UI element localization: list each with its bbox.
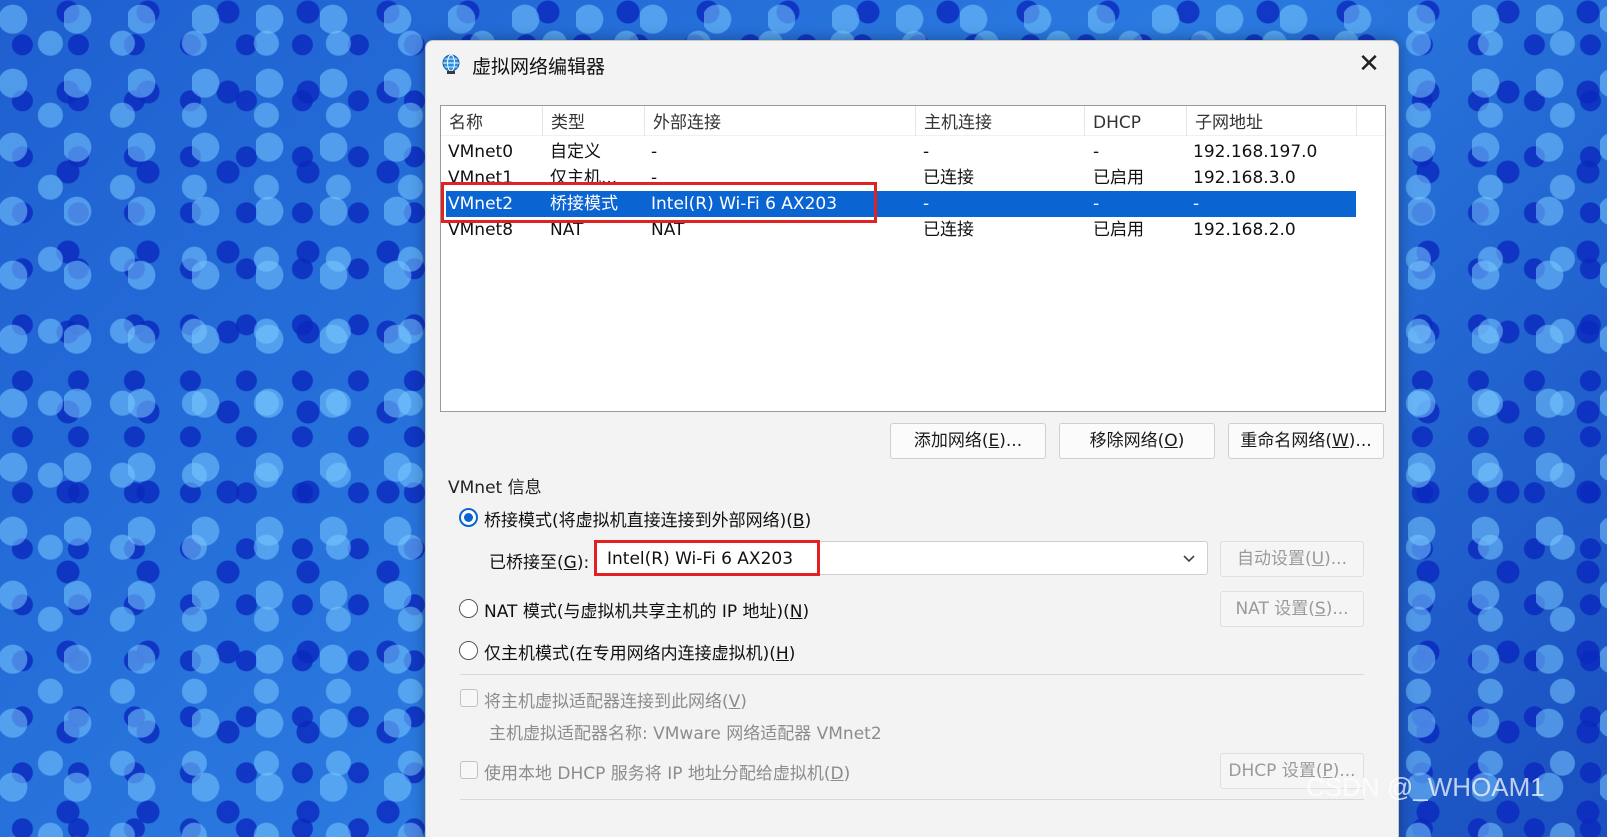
column-header-type[interactable]: 类型 — [543, 106, 645, 136]
connect-adapter-checkbox[interactable] — [460, 689, 478, 707]
cell-type: 桥接模式 — [550, 194, 618, 214]
cell-host: 已连接 — [923, 168, 974, 188]
cell-name: VMnet8 — [448, 220, 514, 240]
column-header-host[interactable]: 主机连接 — [916, 106, 1085, 136]
column-header-subnet[interactable]: 子网地址 — [1187, 106, 1357, 136]
cell-name: VMnet2 — [448, 194, 514, 214]
host-only-label[interactable]: 仅主机模式(在专用网络内连接虚拟机)(H) — [484, 639, 795, 664]
bridged-adapter-value: Intel(R) Wi-Fi 6 AX203 — [607, 549, 794, 569]
auto-settings-button[interactable]: 自动设置(U)... — [1220, 541, 1364, 577]
cell-subnet: 192.168.3.0 — [1193, 168, 1296, 188]
nat-settings-button[interactable]: NAT 设置(S)... — [1220, 591, 1364, 627]
divider — [460, 674, 1364, 675]
cell-type: 自定义 — [550, 142, 601, 162]
bridged-to-label: 已桥接至(G): — [489, 553, 590, 573]
cell-subnet: 192.168.197.0 — [1193, 142, 1318, 162]
virtual-network-editor-dialog: 虚拟网络编辑器 ✕ 名称 类型 外部连接 主机连接 DHCP 子网地址 VMne… — [425, 40, 1399, 837]
table-row[interactable]: VMnet0 自定义 - - - 192.168.197.0 — [446, 139, 1356, 165]
add-network-button[interactable]: 添加网络(E)... — [890, 423, 1046, 459]
remove-network-button[interactable]: 移除网络(O) — [1059, 423, 1215, 459]
cell-dhcp: 已启用 — [1093, 168, 1144, 188]
table-row[interactable]: VMnet8 NAT NAT 已连接 已启用 192.168.2.0 — [446, 217, 1356, 243]
bridged-mode-radio[interactable] — [459, 508, 478, 527]
cell-host: 已连接 — [923, 220, 974, 240]
close-icon[interactable]: ✕ — [1354, 49, 1384, 79]
cell-host: - — [923, 142, 930, 162]
divider-bottom — [460, 799, 1364, 800]
cell-external: - — [651, 142, 658, 162]
cell-type: 仅主机... — [550, 168, 618, 188]
cell-external: - — [651, 168, 658, 188]
cell-type: NAT — [550, 220, 584, 240]
bridged-adapter-select[interactable]: Intel(R) Wi-Fi 6 AX203 — [596, 541, 1208, 575]
nat-mode-radio[interactable] — [459, 599, 478, 618]
cell-name: VMnet1 — [448, 168, 514, 188]
cell-host: - — [923, 194, 930, 214]
table-row[interactable]: VMnet1 仅主机... - 已连接 已启用 192.168.3.0 — [446, 165, 1356, 191]
cell-dhcp: - — [1093, 142, 1100, 162]
table-row-selected[interactable]: VMnet2 桥接模式 Intel(R) Wi-Fi 6 AX203 - - - — [446, 191, 1356, 217]
connect-adapter-label[interactable]: 将主机虚拟适配器连接到此网络(V) — [484, 687, 747, 712]
adapter-name-text: 主机虚拟适配器名称: VMware 网络适配器 VMnet2 — [489, 724, 882, 744]
cell-subnet: 192.168.2.0 — [1193, 220, 1296, 240]
cell-external: Intel(R) Wi-Fi 6 AX203 — [651, 194, 838, 214]
cell-dhcp: 已启用 — [1093, 220, 1144, 240]
host-only-radio[interactable] — [459, 641, 478, 660]
vmnet-info-group-title: VMnet 信息 — [448, 478, 542, 498]
chevron-down-icon — [1179, 548, 1199, 568]
cell-subnet: - — [1193, 194, 1200, 214]
nat-mode-label[interactable]: NAT 模式(与虚拟机共享主机的 IP 地址)(N) — [484, 597, 809, 622]
title-bar: 虚拟网络编辑器 ✕ — [426, 41, 1398, 87]
globe-network-icon — [440, 53, 462, 75]
watermark-text: CSDN @_WHOAM1 — [1306, 772, 1545, 802]
column-header-external[interactable]: 外部连接 — [645, 106, 916, 136]
network-list-header: 名称 类型 外部连接 主机连接 DHCP 子网地址 — [441, 106, 1385, 136]
column-header-name[interactable]: 名称 — [441, 106, 543, 136]
bridged-mode-label[interactable]: 桥接模式(将虚拟机直接连接到外部网络)(B) — [484, 506, 811, 531]
use-dhcp-label[interactable]: 使用本地 DHCP 服务将 IP 地址分配给虚拟机(D) — [484, 759, 850, 784]
cell-name: VMnet0 — [448, 142, 514, 162]
rename-network-button[interactable]: 重命名网络(W)... — [1228, 423, 1384, 459]
column-header-dhcp[interactable]: DHCP — [1085, 106, 1187, 136]
use-dhcp-checkbox[interactable] — [460, 761, 478, 779]
cell-external: NAT — [651, 220, 685, 240]
dialog-title: 虚拟网络编辑器 — [472, 56, 606, 78]
network-list[interactable]: 名称 类型 外部连接 主机连接 DHCP 子网地址 VMnet0 自定义 - -… — [440, 105, 1386, 412]
cell-dhcp: - — [1093, 194, 1100, 214]
